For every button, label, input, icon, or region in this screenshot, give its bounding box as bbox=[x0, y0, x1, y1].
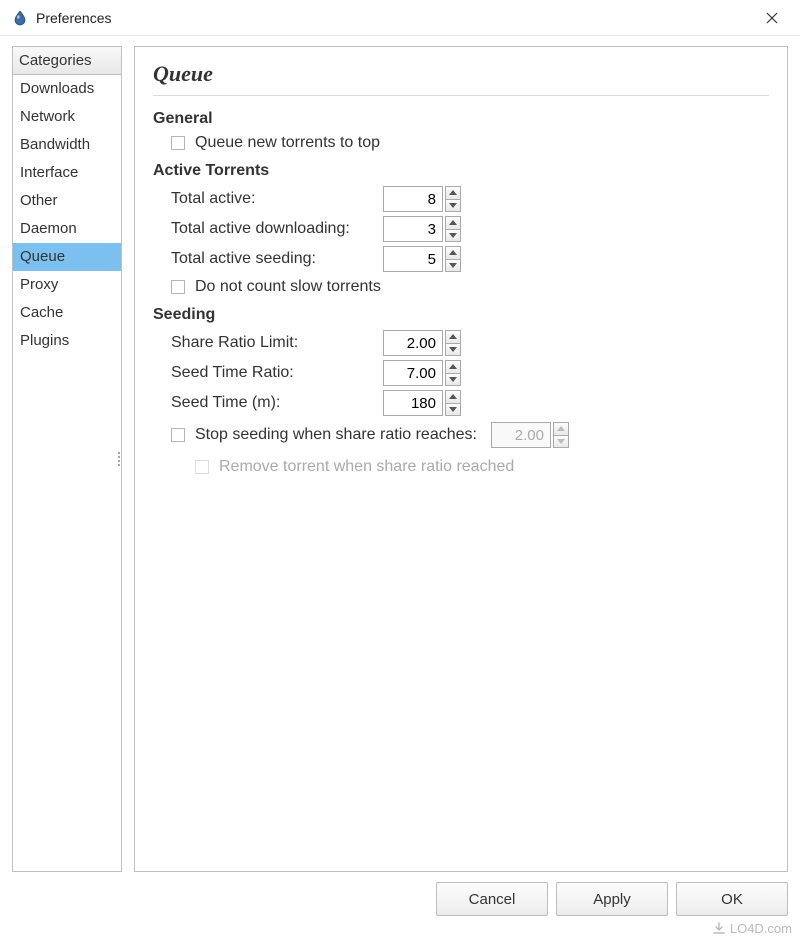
footer: Cancel Apply OK bbox=[0, 876, 800, 916]
spinner-up[interactable] bbox=[445, 330, 461, 343]
label-share-ratio-limit: Share Ratio Limit: bbox=[171, 334, 383, 352]
spinner-down[interactable] bbox=[445, 403, 461, 417]
chevron-up-icon bbox=[449, 250, 457, 255]
checkbox-no-count-slow[interactable] bbox=[171, 280, 185, 294]
app-icon bbox=[12, 10, 28, 26]
spinner-down[interactable] bbox=[445, 343, 461, 357]
label-queue-new-to-top: Queue new torrents to top bbox=[195, 134, 380, 152]
section-seeding: Seeding bbox=[153, 306, 769, 324]
sidebar-item-bandwidth[interactable]: Bandwidth bbox=[13, 131, 121, 159]
spinner-total-downloading bbox=[383, 216, 461, 242]
input-seed-time-m[interactable] bbox=[383, 390, 443, 416]
chevron-down-icon bbox=[449, 233, 457, 238]
input-stop-seeding-ratio bbox=[491, 422, 551, 448]
title-divider bbox=[153, 95, 769, 96]
titlebar: Preferences bbox=[0, 0, 800, 36]
chevron-up-icon bbox=[557, 426, 565, 431]
label-seed-time-ratio: Seed Time Ratio: bbox=[171, 364, 383, 382]
spinner-down[interactable] bbox=[445, 199, 461, 213]
chevron-up-icon bbox=[449, 394, 457, 399]
main-panel: Queue General Queue new torrents to top … bbox=[134, 46, 788, 872]
watermark-text: LO4D.com bbox=[730, 921, 792, 936]
spinner-stop-seeding-ratio bbox=[491, 422, 569, 448]
label-total-active: Total active: bbox=[171, 190, 383, 208]
chevron-up-icon bbox=[449, 190, 457, 195]
sidebar-item-interface[interactable]: Interface bbox=[13, 159, 121, 187]
chevron-up-icon bbox=[449, 334, 457, 339]
sidebar-item-network[interactable]: Network bbox=[13, 103, 121, 131]
sidebar-item-queue[interactable]: Queue bbox=[13, 243, 121, 271]
input-total-seeding[interactable] bbox=[383, 246, 443, 272]
spinner-share-ratio-limit bbox=[383, 330, 461, 356]
input-total-active[interactable] bbox=[383, 186, 443, 212]
spinner-down[interactable] bbox=[445, 259, 461, 273]
spinner-up bbox=[553, 422, 569, 435]
label-total-downloading: Total active downloading: bbox=[171, 220, 383, 238]
apply-button[interactable]: Apply bbox=[556, 882, 668, 916]
spinner-up[interactable] bbox=[445, 390, 461, 403]
spinner-seed-time-ratio bbox=[383, 360, 461, 386]
input-total-downloading[interactable] bbox=[383, 216, 443, 242]
sidebar-header: Categories bbox=[13, 47, 121, 75]
spinner-total-seeding bbox=[383, 246, 461, 272]
content-area: Categories Downloads Network Bandwidth I… bbox=[0, 36, 800, 876]
ok-button[interactable]: OK bbox=[676, 882, 788, 916]
checkbox-remove-torrent bbox=[195, 460, 209, 474]
spinner-down[interactable] bbox=[445, 373, 461, 387]
resize-handle[interactable] bbox=[116, 443, 122, 475]
input-share-ratio-limit[interactable] bbox=[383, 330, 443, 356]
spinner-down bbox=[553, 435, 569, 449]
sidebar-item-other[interactable]: Other bbox=[13, 187, 121, 215]
chevron-down-icon bbox=[449, 263, 457, 268]
label-seed-time-m: Seed Time (m): bbox=[171, 394, 383, 412]
close-button[interactable] bbox=[756, 4, 788, 32]
input-seed-time-ratio[interactable] bbox=[383, 360, 443, 386]
chevron-up-icon bbox=[449, 364, 457, 369]
sidebar-item-proxy[interactable]: Proxy bbox=[13, 271, 121, 299]
spinner-up[interactable] bbox=[445, 216, 461, 229]
spinner-seed-time-m bbox=[383, 390, 461, 416]
sidebar-item-daemon[interactable]: Daemon bbox=[13, 215, 121, 243]
checkbox-queue-new-to-top[interactable] bbox=[171, 136, 185, 150]
label-remove-torrent: Remove torrent when share ratio reached bbox=[219, 458, 514, 476]
chevron-down-icon bbox=[449, 347, 457, 352]
chevron-up-icon bbox=[449, 220, 457, 225]
label-total-seeding: Total active seeding: bbox=[171, 250, 383, 268]
checkbox-stop-seeding[interactable] bbox=[171, 428, 185, 442]
chevron-down-icon bbox=[557, 439, 565, 444]
spinner-up[interactable] bbox=[445, 246, 461, 259]
sidebar-item-cache[interactable]: Cache bbox=[13, 299, 121, 327]
download-icon bbox=[712, 922, 726, 936]
sidebar-item-plugins[interactable]: Plugins bbox=[13, 327, 121, 355]
close-icon bbox=[766, 12, 778, 24]
spinner-up[interactable] bbox=[445, 186, 461, 199]
chevron-down-icon bbox=[449, 203, 457, 208]
spinner-up[interactable] bbox=[445, 360, 461, 373]
watermark: LO4D.com bbox=[712, 921, 792, 936]
spinner-down[interactable] bbox=[445, 229, 461, 243]
chevron-down-icon bbox=[449, 377, 457, 382]
section-general: General bbox=[153, 110, 769, 128]
sidebar: Categories Downloads Network Bandwidth I… bbox=[12, 46, 122, 872]
label-no-count-slow: Do not count slow torrents bbox=[195, 278, 381, 296]
sidebar-item-downloads[interactable]: Downloads bbox=[13, 75, 121, 103]
spinner-total-active bbox=[383, 186, 461, 212]
label-stop-seeding: Stop seeding when share ratio reaches: bbox=[195, 426, 477, 444]
cancel-button[interactable]: Cancel bbox=[436, 882, 548, 916]
section-active-torrents: Active Torrents bbox=[153, 162, 769, 180]
chevron-down-icon bbox=[449, 407, 457, 412]
window-title: Preferences bbox=[36, 10, 111, 26]
page-title: Queue bbox=[153, 61, 769, 87]
